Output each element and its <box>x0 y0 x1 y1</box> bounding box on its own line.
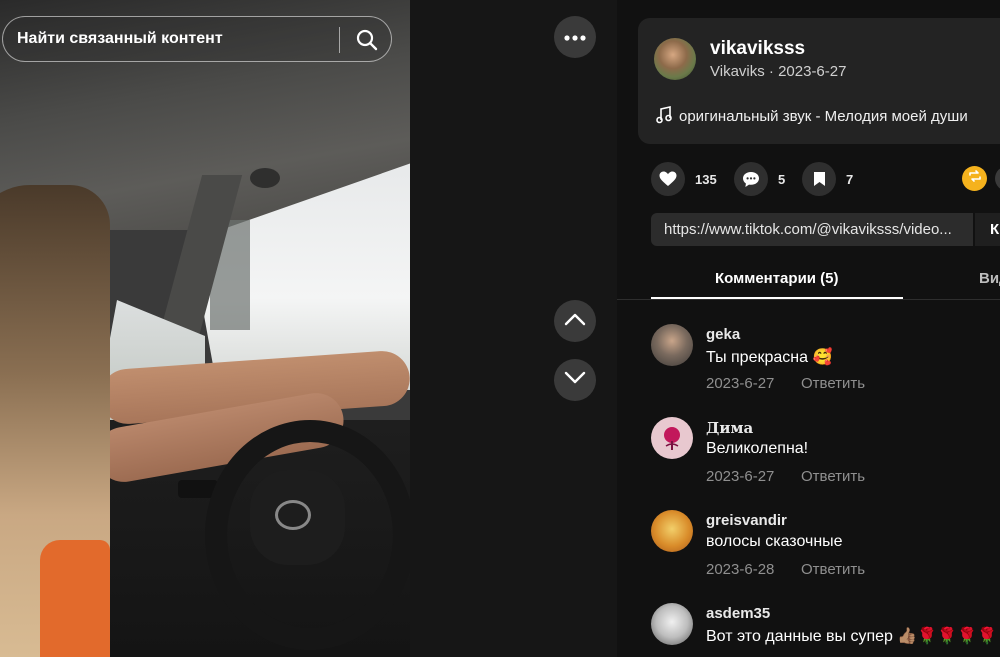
comment-date: 2023-6-28 <box>706 561 775 578</box>
more-options-button[interactable] <box>554 16 596 58</box>
search-input[interactable]: Найти связанный контент <box>17 30 223 48</box>
video-player[interactable]: Найти связанный контент <box>0 0 410 657</box>
commenter-avatar[interactable] <box>651 510 693 552</box>
reply-button[interactable]: Ответить <box>801 561 865 578</box>
comment-text: Великолепна! <box>706 440 809 457</box>
comment-count: 5 <box>778 171 786 187</box>
bookmark-icon[interactable] <box>802 162 836 196</box>
video-frame-car-logo <box>275 500 311 530</box>
comment-bubble-icon[interactable] <box>734 162 768 196</box>
comment-username[interactable]: geka <box>706 326 740 343</box>
video-frame-shirt <box>40 540 110 657</box>
like-action[interactable]: 135 <box>651 162 717 196</box>
commenter-avatar[interactable] <box>651 417 693 459</box>
comment-text: волосы сказочные <box>706 533 843 550</box>
save-action[interactable]: 7 <box>802 162 853 196</box>
author-avatar[interactable] <box>654 38 696 80</box>
search-divider <box>339 27 340 53</box>
heart-icon[interactable] <box>651 162 685 196</box>
reply-button[interactable]: Ответить <box>801 375 865 392</box>
commenter-avatar[interactable] <box>651 324 693 366</box>
post-info-card <box>638 18 1000 144</box>
save-count: 7 <box>846 171 854 187</box>
author-handle[interactable]: vikaviksss <box>710 38 805 60</box>
reply-button[interactable]: Ответить <box>801 468 865 485</box>
comment-date: 2023-6-27 <box>706 375 775 392</box>
commenter-avatar[interactable] <box>651 603 693 645</box>
comment-date: 2023-6-27 <box>706 468 775 485</box>
comment-item: asdem35 Вот это данные вы супер 👍🏽🌹🌹🌹🌹🌹 <box>651 603 1000 657</box>
chevron-down-icon <box>564 371 586 390</box>
comment-text: Ты прекрасна 🥰 <box>706 349 833 366</box>
comment-item: Дима Великолепна! 2023-6-27 Ответить <box>651 417 1000 497</box>
next-video-button[interactable] <box>554 359 596 401</box>
like-count: 135 <box>695 171 717 187</box>
copy-link-button[interactable]: К <box>975 213 1000 246</box>
music-note-icon <box>656 106 672 124</box>
repost-icon <box>968 169 982 188</box>
comment-username[interactable]: asdem35 <box>706 605 770 622</box>
tab-active-indicator <box>651 297 903 299</box>
comment-username[interactable]: Дима <box>706 419 753 437</box>
video-link-text: https://www.tiktok.com/@vikaviksss/video… <box>664 221 952 238</box>
search-icon[interactable] <box>355 28 379 52</box>
tab-creator-videos[interactable]: Вид <box>979 270 1000 287</box>
video-link-field[interactable]: https://www.tiktok.com/@vikaviksss/video… <box>651 213 973 246</box>
video-frame-dome-light <box>250 168 280 188</box>
more-dots-icon <box>564 28 586 46</box>
comment-item: geka Ты прекрасна 🥰 2023-6-27 Ответить <box>651 324 1000 404</box>
comment-username[interactable]: greisvandir <box>706 512 787 529</box>
tab-comments[interactable]: Комментарии (5) <box>715 270 839 287</box>
music-link[interactable]: оригинальный звук - Мелодия моей души <box>679 108 968 125</box>
comment-action[interactable]: 5 <box>734 162 785 196</box>
tabs-divider <box>617 299 1000 300</box>
search-bar[interactable]: Найти связанный контент <box>2 16 392 62</box>
author-meta: Vikaviks · 2023-6-27 <box>710 63 847 80</box>
previous-video-button[interactable] <box>554 300 596 342</box>
comment-text: Вот это данные вы супер 👍🏽🌹🌹🌹🌹🌹 <box>706 628 1000 645</box>
comment-item: greisvandir волосы сказочные 2023-6-28 О… <box>651 510 1000 590</box>
repost-button[interactable] <box>962 166 987 191</box>
chevron-up-icon <box>564 312 586 331</box>
